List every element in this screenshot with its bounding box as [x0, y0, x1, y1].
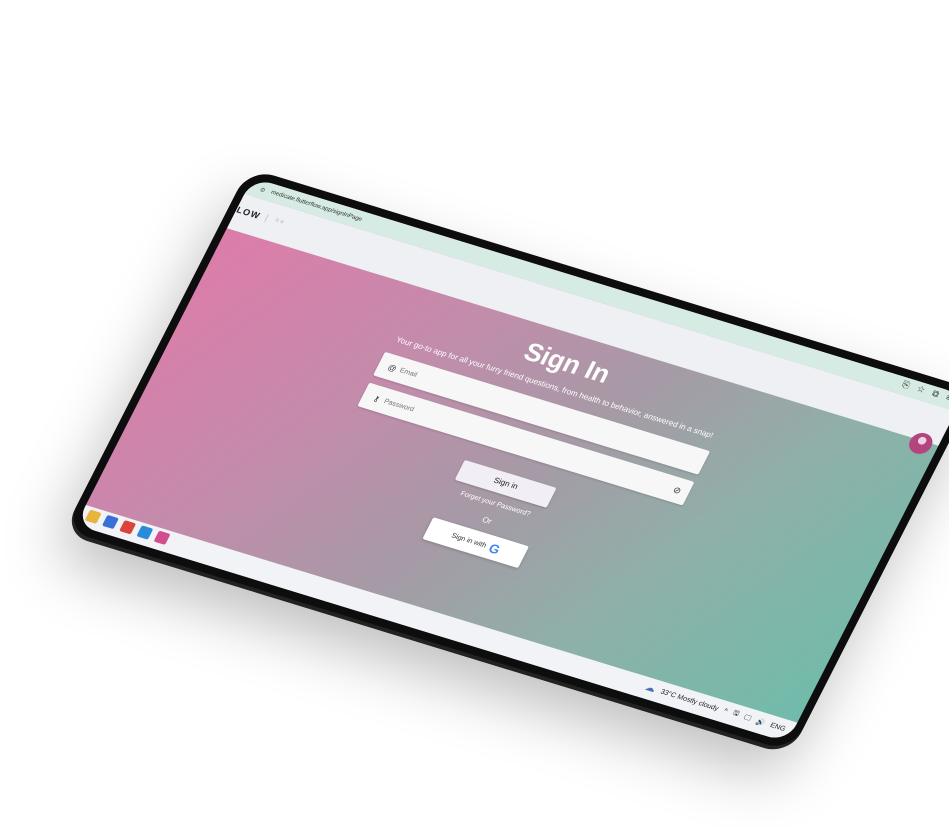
tablet-device: ⚙ medicate.flutterflow.app/signInPage ⎘ … [64, 167, 949, 753]
language-indicator[interactable]: ENG [769, 722, 787, 733]
system-tray: ☁ 33°C Mostly cloudy ^ 🖫 🖵 🔊 ENG [643, 682, 788, 735]
taskbar-app-explorer[interactable] [84, 509, 102, 524]
screen: ⚙ medicate.flutterflow.app/signInPage ⎘ … [75, 177, 949, 743]
sign-in-button[interactable]: Sign in [454, 459, 557, 508]
google-signin-label: Sign in with [450, 532, 488, 549]
taskbar-app-store[interactable] [101, 514, 119, 530]
tray-device-icon[interactable]: 🖫 [730, 709, 741, 721]
taskbar-app-other[interactable] [153, 530, 171, 545]
site-settings-icon[interactable]: ⚙ [258, 186, 266, 194]
taskbar-app-edge[interactable] [136, 525, 154, 540]
bookmark-star-icon[interactable]: ☆ [914, 383, 927, 395]
brand-separator: | [263, 212, 271, 223]
install-icon[interactable]: ⎘ [900, 379, 911, 391]
taskbar-app-chrome[interactable] [119, 520, 137, 535]
network-icon[interactable]: 🖵 [742, 714, 753, 723]
tray-chevron-icon[interactable]: ^ [722, 708, 728, 715]
menu-icon[interactable]: ≡ [944, 392, 949, 403]
brand-logo: FLOW [228, 202, 263, 221]
taskbar-apps [84, 509, 171, 545]
brand-subtitle: a a [273, 217, 285, 226]
extensions-icon[interactable]: ⧉ [930, 388, 941, 400]
weather-cloud-icon[interactable]: ☁ [643, 682, 658, 695]
volume-icon[interactable]: 🔊 [754, 717, 766, 727]
google-logo-icon: G [486, 540, 503, 557]
stage: ⚙ medicate.flutterflow.app/signInPage ⎘ … [0, 0, 949, 827]
weather-text[interactable]: 33°C Mostly cloudy [659, 689, 720, 713]
